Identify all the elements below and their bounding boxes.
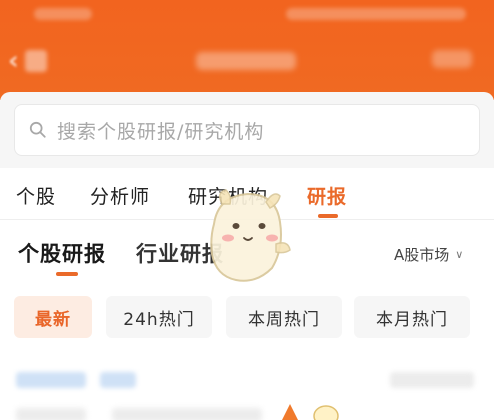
filter-month-hot[interactable]: 本月热门 <box>354 296 470 338</box>
market-dropdown[interactable]: A股市场 ∨ <box>394 244 463 265</box>
header-action-blurred[interactable] <box>432 50 472 68</box>
page-title-blurred <box>196 52 296 70</box>
search-placeholder: 搜索个股研报/研究机构 <box>57 120 265 143</box>
search-input[interactable]: 搜索个股研报/研究机构 <box>14 104 480 156</box>
mascot-sticker-icon <box>210 189 291 282</box>
decoration-sticker-icon <box>282 404 339 420</box>
app-header: ‹ <box>0 0 494 100</box>
list-item-tag-blurred <box>100 372 136 388</box>
subtab-stock-reports[interactable]: 个股研报 <box>18 238 106 268</box>
back-button[interactable]: ‹ <box>8 44 78 78</box>
filter-24h-hot[interactable]: 24h热门 <box>106 296 212 338</box>
tab-research-reports[interactable]: 研报 <box>307 182 347 209</box>
list-item-date-blurred <box>390 372 474 388</box>
active-subtab-indicator <box>56 272 78 276</box>
status-bar-indicators-blurred <box>286 8 466 20</box>
list-item-tag-blurred <box>16 372 86 388</box>
list-item-title-blurred <box>16 408 86 420</box>
filter-latest[interactable]: 最新 <box>14 296 92 338</box>
status-bar-time-blurred <box>34 8 92 20</box>
back-arrow-icon: ‹ <box>8 46 19 76</box>
market-dropdown-label: A股市场 <box>394 246 450 264</box>
active-tab-indicator <box>318 214 338 218</box>
search-icon <box>29 121 46 138</box>
tab-analysts[interactable]: 分析师 <box>90 182 150 209</box>
filter-week-hot[interactable]: 本周热门 <box>226 296 342 338</box>
list-item-title-blurred <box>112 408 262 420</box>
tab-stocks[interactable]: 个股 <box>16 182 56 209</box>
chevron-down-icon: ∨ <box>455 248 464 261</box>
search-area: 搜索个股研报/研究机构 <box>0 92 494 168</box>
back-logo-blurred <box>24 50 47 72</box>
